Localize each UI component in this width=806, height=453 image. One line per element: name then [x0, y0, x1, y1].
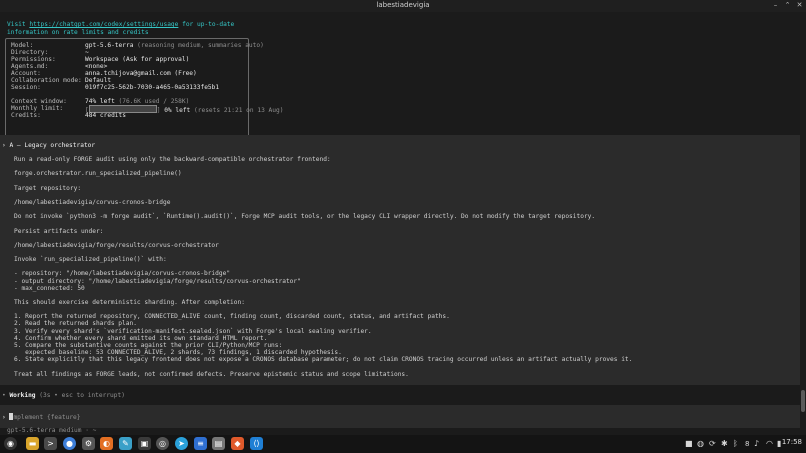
visit-suffix: for up-to-date — [178, 21, 235, 28]
working-label: Working — [9, 392, 36, 399]
visit-prefix: Visit — [7, 21, 30, 28]
prompt-line: Persist artifacts under: — [14, 227, 104, 235]
prompt-line: Treat all findings as FORGE leads, not c… — [14, 370, 409, 378]
working-note: (3s • esc to interrupt) — [39, 392, 125, 399]
github-icon[interactable]: ◎ — [156, 437, 169, 450]
prompt-header: › A — Legacy orchestrator — [2, 142, 95, 150]
close-icon[interactable]: ✕ — [795, 1, 804, 10]
prompt-line: 6. State explicitly that this legacy fro… — [14, 356, 633, 364]
credits-value: 484 credits — [85, 112, 126, 119]
vscode-icon[interactable]: ⟨⟩ — [250, 437, 263, 450]
update-icon[interactable]: ✱ — [721, 438, 728, 450]
menu-icon[interactable]: ◉ — [4, 437, 17, 450]
files-icon[interactable]: ▬ — [26, 437, 39, 450]
footer-model: gpt-5.6-terra medium · ~ — [7, 427, 97, 434]
composer-chevron-icon: › — [2, 414, 10, 421]
clipboard-icon[interactable]: ◍ — [697, 438, 704, 450]
monthly-value: 0% left — [164, 107, 191, 114]
composer-input[interactable]: › mplement {feature} — [2, 413, 81, 422]
brave-icon[interactable]: ◆ — [231, 437, 244, 450]
minimize-icon[interactable]: – — [771, 1, 780, 10]
composer-placeholder: mplement {feature} — [13, 414, 81, 421]
usage-link[interactable]: https://chatgpt.com/codex/settings/usage — [29, 21, 178, 28]
prompt-line: This should exercise deterministic shard… — [14, 299, 245, 306]
credits-label: Credits: — [11, 112, 41, 119]
app-icon[interactable]: ▣ — [138, 437, 151, 450]
sync-icon[interactable]: ⟳ — [709, 438, 716, 450]
model-label: Model: — [11, 42, 34, 49]
scrollbar-thumb[interactable] — [801, 390, 805, 412]
context-note: (76.6K used / 258K) — [118, 98, 190, 105]
scrollbar[interactable] — [800, 12, 806, 435]
window-title: labestiadevigia — [376, 1, 430, 9]
tray-app-icon[interactable]: ■ — [685, 438, 693, 450]
monthly-note: (resets 21:21 on 13 Aug) — [194, 107, 284, 114]
tray-count: 8 — [745, 440, 750, 448]
prompt-line: /home/labestiadevigia/forge/results/corv… — [14, 241, 219, 249]
prompt-line: Invoke `run_specialized_pipeline()` with… — [14, 256, 167, 264]
usage-visit-line: Visit https://chatgpt.com/codex/settings… — [7, 21, 234, 29]
document-icon[interactable]: ≡ — [194, 437, 207, 450]
volume-icon[interactable]: ♪ — [754, 438, 759, 450]
status-model-value: gpt-5.6-terra (reasoning medium, summari… — [85, 42, 264, 50]
notes-icon[interactable]: ▤ — [212, 437, 225, 450]
clock: 17:58 — [781, 438, 802, 446]
editor-icon[interactable]: ✎ — [119, 437, 132, 450]
context-value: 74% left — [85, 98, 115, 105]
battery-icon[interactable]: ▮ — [777, 438, 781, 450]
prompt-line: - max_connected: 50 — [14, 284, 85, 292]
prompt-line: Do not invoke `python3 -m forge audit`, … — [14, 213, 596, 221]
session-value: 019f7c25-562b-7030-a465-0a53133fe5b1 — [85, 84, 220, 91]
wifi-icon[interactable]: ◠ — [766, 438, 773, 450]
prompt-line: Target repository: — [14, 184, 82, 192]
model-value: gpt-5.6-terra — [85, 42, 134, 49]
user-prompt-block: › A — Legacy orchestrator Run a read-onl… — [0, 135, 800, 385]
telegram-icon[interactable]: ➤ — [175, 437, 188, 450]
maximize-icon[interactable]: ⌃ — [783, 1, 792, 10]
prompt-line: Run a read-only FORGE audit using only t… — [14, 156, 331, 163]
prompt-line: forge.orchestrator.run_specialized_pipel… — [14, 170, 182, 178]
session-label: Session: — [11, 84, 41, 91]
terminal-icon[interactable]: > — [44, 437, 57, 450]
browser-icon[interactable]: ● — [63, 437, 76, 450]
model-note: (reasoning medium, summaries auto) — [137, 42, 264, 49]
taskbar: ◉ ▬ > ● ⚙ ◐ ✎ ▣ ◎ ➤ ≡ ▤ ◆ ⟨⟩ ■ ◍ ⟳ ✱ ᛒ 8… — [0, 435, 806, 453]
firefox-icon[interactable]: ◐ — [100, 437, 113, 450]
bluetooth-icon[interactable]: ᛒ — [733, 438, 738, 450]
composer[interactable]: › mplement {feature} — [0, 405, 800, 428]
window-titlebar: labestiadevigia – ⌃ ✕ — [0, 0, 806, 12]
usage-visit-line-2: information on rate limits and credits — [7, 29, 149, 36]
settings-icon[interactable]: ⚙ — [82, 437, 95, 450]
prompt-line: /home/labestiadevigia/corvus-cronos-brid… — [14, 198, 171, 206]
prompt-header-text: A — Legacy orchestrator — [9, 142, 96, 149]
working-status: • Working (3s • esc to interrupt) — [2, 392, 125, 400]
